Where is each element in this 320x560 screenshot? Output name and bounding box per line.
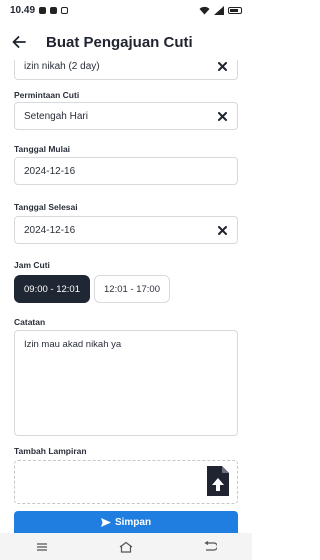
status-right: [199, 5, 242, 15]
save-label: Simpan: [114, 516, 152, 528]
end-date-value: 2024-12-16: [24, 224, 76, 236]
status-bar: 10.49: [0, 0, 252, 20]
status-left: 10.49: [10, 4, 69, 16]
signal-icon: [214, 5, 224, 15]
wifi-icon: [199, 6, 210, 14]
send-icon: [100, 517, 111, 527]
leave-hours-label: Jam Cuti: [14, 260, 50, 270]
leave-request-value: Setengah Hari: [24, 110, 88, 122]
leave-request-label: Permintaan Cuti: [14, 90, 80, 100]
page-title: Buat Pengajuan Cuti: [46, 33, 193, 51]
app-header: Buat Pengajuan Cuti: [0, 24, 252, 60]
end-date-label: Tanggal Selesai: [14, 202, 78, 212]
app-notification-icon-2: [61, 6, 69, 14]
attachment-label: Tambah Lampiran: [14, 446, 87, 456]
arrow-left-icon: [12, 36, 26, 48]
leave-request-clear-button[interactable]: [217, 111, 227, 121]
notes-textarea[interactable]: Izin mau akad nikah ya: [14, 330, 238, 436]
start-date-value: 2024-12-16: [24, 165, 76, 177]
app-notification-icon: [50, 6, 58, 14]
notes-label: Catatan: [14, 317, 46, 327]
end-date-clear-button[interactable]: [217, 225, 227, 235]
menu-icon: [37, 542, 47, 551]
home-button[interactable]: [116, 539, 136, 555]
system-back-button[interactable]: [200, 539, 220, 555]
status-time: 10.49: [10, 4, 36, 16]
save-button[interactable]: Simpan: [14, 511, 238, 533]
leave-type-clear-button[interactable]: [217, 61, 227, 71]
notes-value: Izin mau akad nikah ya: [24, 339, 122, 350]
leave-type-value: izin nikah (2 day): [24, 60, 100, 72]
hours-option-afternoon[interactable]: 12:01 - 17:00: [94, 275, 170, 303]
start-date-label: Tanggal Mulai: [14, 144, 71, 154]
back-nav-icon: [204, 541, 217, 551]
hours-option-morning[interactable]: 09:00 - 12:01: [14, 275, 90, 303]
recents-button[interactable]: [32, 539, 52, 555]
system-nav-bar: [0, 533, 252, 560]
close-icon: [217, 111, 227, 121]
notification-icon: [39, 6, 47, 14]
attachment-dropzone[interactable]: [14, 460, 238, 504]
battery-icon: [228, 6, 242, 14]
end-date-field[interactable]: 2024-12-16: [14, 216, 238, 244]
start-date-field[interactable]: 2024-12-16: [14, 157, 238, 185]
close-icon: [217, 225, 227, 235]
file-upload-icon[interactable]: [207, 466, 229, 496]
home-icon: [119, 541, 133, 553]
back-button[interactable]: [10, 33, 28, 51]
close-icon: [217, 61, 227, 71]
leave-request-field[interactable]: Setengah Hari: [14, 102, 238, 130]
